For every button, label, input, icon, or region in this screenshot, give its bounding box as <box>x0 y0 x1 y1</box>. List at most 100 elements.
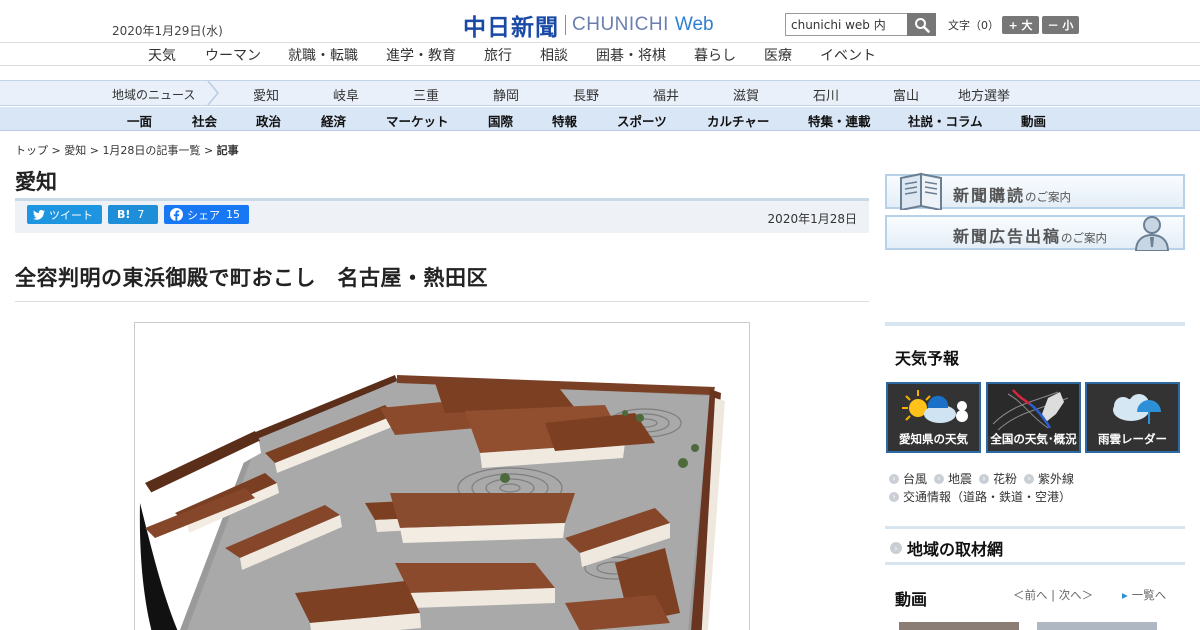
nav-education[interactable]: 進学・教育 <box>386 45 456 65</box>
nav-medical[interactable]: 医療 <box>764 45 792 65</box>
weather-tile-radar[interactable]: 雨雲レーダー <box>1085 382 1180 453</box>
weather-tile-aichi[interactable]: 愛知県の天気 <box>886 382 981 453</box>
ads-sub: のご案内 <box>1061 231 1108 245</box>
facebook-share-button[interactable]: シェア 15 <box>164 205 249 224</box>
search-button[interactable] <box>907 13 936 36</box>
breadcrumb-date-list[interactable]: 1月28日の記事一覧 <box>102 144 200 157</box>
current-date: 2020年1月29日(水) <box>112 24 223 38</box>
logo-jp: 中日新聞 <box>463 14 559 41</box>
arrow-circle-icon: › <box>890 542 902 554</box>
link-earthquake-label: 地震 <box>948 472 973 486</box>
search-icon <box>914 17 930 33</box>
nav-woman[interactable]: ウーマン <box>205 45 261 65</box>
weather-title: 天気予報 <box>895 349 960 368</box>
region-gifu[interactable]: 岐阜 <box>333 85 359 104</box>
arrow-circle-icon: › <box>934 473 945 484</box>
breadcrumb-top[interactable]: トップ <box>15 144 48 157</box>
nav-igo-shogi[interactable]: 囲碁・将棋 <box>596 45 666 65</box>
sec-society[interactable]: 社会 <box>192 111 217 130</box>
regional-network-label: 地域の取材網 <box>907 540 1004 559</box>
advertising-banner[interactable]: 新聞広告出稿のご案内 <box>885 215 1185 251</box>
weather-links-row1: › 台風 › 地震 › 花粉 › 紫外線 <box>889 470 1081 487</box>
video-pager: ＜前へ | 次へ＞ <box>1013 587 1093 603</box>
region-toyama[interactable]: 富山 <box>893 85 919 104</box>
tweet-button[interactable]: ツイート <box>27 205 102 224</box>
sec-tokuho[interactable]: 特報 <box>552 111 577 130</box>
hatena-label: B! <box>117 208 131 221</box>
breadcrumb-aichi[interactable]: 愛知 <box>64 144 86 157</box>
region-mie[interactable]: 三重 <box>413 85 439 104</box>
sec-politics[interactable]: 政治 <box>256 111 281 130</box>
sec-front[interactable]: 一面 <box>127 111 152 130</box>
nav-living[interactable]: 暮らし <box>694 45 736 65</box>
weather-tile-national[interactable]: 全国の天気･概況 <box>986 382 1081 453</box>
region-fukui[interactable]: 福井 <box>653 85 679 104</box>
sec-market[interactable]: マーケット <box>386 111 449 130</box>
site-logo[interactable]: 中日新聞 CHUNICHI Web <box>463 8 714 42</box>
book-icon <box>900 172 942 210</box>
chevron-right-icon <box>207 81 219 105</box>
arrow-circle-icon: › <box>889 491 899 502</box>
weather-links-row2: › 交通情報（道路・鉄道・空港） <box>889 488 1078 505</box>
sec-culture[interactable]: カルチャー <box>707 111 769 130</box>
font-size-label: 文字（0） <box>948 19 999 32</box>
link-pollen[interactable]: › 花粉 <box>979 470 1017 487</box>
chevron-right-icon: ▸ <box>1122 588 1128 602</box>
logo-web: Web <box>674 14 714 35</box>
region-aichi[interactable]: 愛知 <box>253 85 279 104</box>
region-nagano[interactable]: 長野 <box>573 85 599 104</box>
sec-features[interactable]: 特集・連載 <box>808 111 871 130</box>
link-uv[interactable]: › 紫外線 <box>1024 470 1074 487</box>
region-shiga[interactable]: 滋賀 <box>733 85 759 104</box>
font-smaller-button[interactable]: － 小 <box>1042 16 1079 34</box>
headline-divider <box>15 301 869 302</box>
link-pollen-label: 花粉 <box>993 472 1018 486</box>
region-shizuoka[interactable]: 静岡 <box>493 85 519 104</box>
subscribe-text: 新聞購読のご案内 <box>953 182 1071 206</box>
subscribe-banner[interactable]: 新聞購読のご案内 <box>885 172 1185 210</box>
weather-tile-national-label: 全国の天気･概況 <box>990 432 1077 446</box>
nav-travel[interactable]: 旅行 <box>484 45 512 65</box>
subscribe-main: 新聞購読 <box>953 186 1026 205</box>
video-prev-link[interactable]: ＜前へ <box>1013 588 1048 602</box>
video-section-title: 動画 <box>895 590 928 609</box>
sec-editorial[interactable]: 社説・コラム <box>908 111 983 130</box>
font-larger-button[interactable]: + 大 <box>1002 16 1039 34</box>
video-next-link[interactable]: 次へ＞ <box>1059 588 1094 602</box>
video-list-link[interactable]: ▸ 一覧へ <box>1122 587 1166 603</box>
sec-video[interactable]: 動画 <box>1021 111 1046 130</box>
tweet-label: ツイート <box>49 208 93 222</box>
category-nav: 天気 ウーマン 就職・転職 進学・教育 旅行 相談 囲碁・将棋 暮らし 医療 イ… <box>0 42 1200 66</box>
nav-weather[interactable]: 天気 <box>148 45 176 65</box>
region-ishikawa[interactable]: 石川 <box>813 85 839 104</box>
article-headline: 全容判明の東浜御殿で町おこし 名古屋・熱田区 <box>15 266 488 290</box>
breadcrumb: トップ > 愛知 > 1月28日の記事一覧 > 記事 <box>15 142 239 158</box>
region-elections[interactable]: 地方選挙 <box>958 85 1010 104</box>
advertising-text: 新聞広告出稿のご案内 <box>953 223 1107 247</box>
hatena-bookmark-button[interactable]: B! 7 <box>108 205 158 224</box>
sec-international[interactable]: 国際 <box>488 111 513 130</box>
link-traffic[interactable]: › 交通情報（道路・鉄道・空港） <box>889 488 1071 505</box>
link-earthquake[interactable]: › 地震 <box>934 470 972 487</box>
subscribe-sub: のご案内 <box>1025 190 1072 204</box>
article-photo[interactable] <box>134 322 750 630</box>
region-news-bar: 地域のニュース 愛知 岐阜 三重 静岡 長野 福井 滋賀 石川 富山 地方選挙 <box>0 80 1200 106</box>
search-input[interactable] <box>785 13 907 36</box>
breadcrumb-sep: > <box>203 144 217 157</box>
regional-network-link[interactable]: › 地域の取材網 <box>885 526 1185 565</box>
share-label: シェア <box>187 208 220 222</box>
sun-cloud-icon <box>902 390 968 423</box>
share-bar: ツイート B! 7 シェア 15 2020年1月28日 <box>15 198 869 233</box>
nav-consult[interactable]: 相談 <box>540 45 568 65</box>
share-count: 15 <box>226 208 240 221</box>
nav-jobs[interactable]: 就職・転職 <box>288 45 358 65</box>
video-thumbnail[interactable] <box>1037 622 1157 630</box>
weather-map-icon <box>988 384 1079 436</box>
sec-sports[interactable]: スポーツ <box>617 111 667 130</box>
link-typhoon[interactable]: › 台風 <box>889 470 927 487</box>
nav-event[interactable]: イベント <box>820 45 876 65</box>
sec-economy[interactable]: 経済 <box>321 111 346 130</box>
link-uv-label: 紫外線 <box>1038 472 1075 486</box>
facebook-icon <box>170 208 183 221</box>
video-thumbnail[interactable] <box>899 622 1019 630</box>
